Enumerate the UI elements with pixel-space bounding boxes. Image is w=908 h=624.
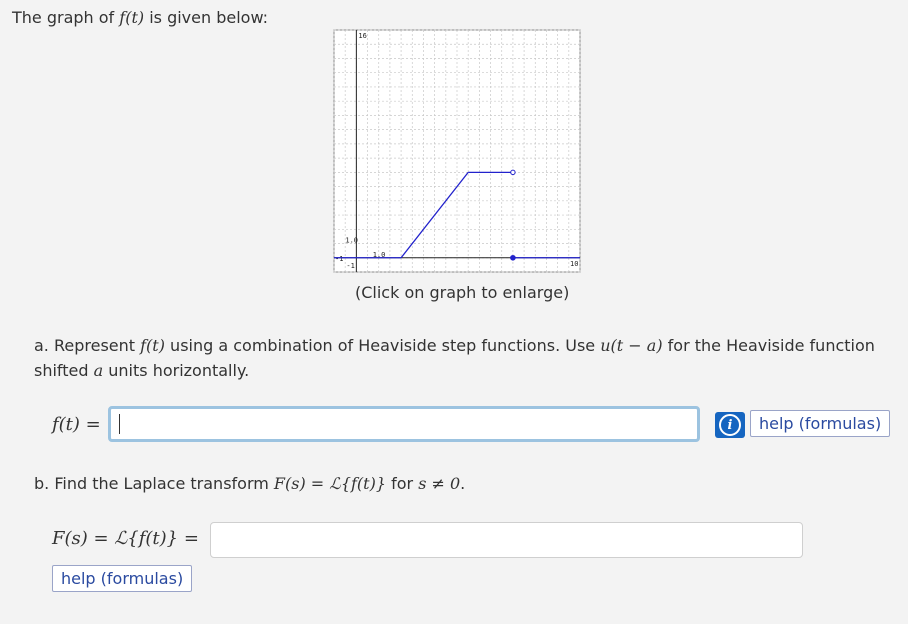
qa-f: f(t) [140, 336, 165, 355]
intro-before: The graph of [12, 8, 120, 27]
closed-point [510, 254, 516, 261]
qa-text2: using a combination of Heaviside step fu… [164, 336, 601, 355]
answer-b-input[interactable] [210, 522, 803, 558]
qa-a: a [93, 361, 104, 380]
help-formulas-b-button[interactable]: help (formulas) [52, 565, 193, 592]
label-F: F(s) = ℒ{f(t)} = [52, 528, 199, 549]
info-icon[interactable]: i [715, 412, 745, 438]
tick-label-x-right: 10 [570, 260, 578, 268]
answer-a-input[interactable] [108, 406, 700, 442]
intro-func: f(t) [119, 8, 145, 27]
text-cursor [119, 414, 120, 434]
graph-svg: 161.0-1-11.010 [333, 29, 581, 273]
help-formulas-a-button[interactable]: help (formulas) [750, 410, 891, 437]
qb-expr: F(s) = ℒ{f(t)} [273, 474, 387, 493]
tick-label-y-top: 16 [358, 32, 366, 40]
question-b: b. Find the Laplace transform F(s) = ℒ{f… [34, 474, 465, 493]
qb-cond: s ≠ 0 [418, 474, 461, 493]
label-F-text: F(s) = ℒ{f(t)} = [52, 528, 199, 549]
intro-after: is given below: [144, 8, 269, 27]
tick-label-y-mid: 1.0 [345, 237, 358, 245]
qb-text3: . [460, 474, 466, 493]
qa-u: u(t − a) [600, 336, 663, 355]
open-point [510, 169, 516, 176]
qb-text2: for [386, 474, 419, 493]
graph-caption: (Click on graph to enlarge) [355, 283, 570, 302]
qb-text1: b. Find the Laplace transform [34, 474, 274, 493]
tick-label-y-neg: -1 [346, 262, 354, 270]
qa-text4: units horizontally. [103, 361, 250, 380]
intro-text: The graph of f(t) is given below: [12, 8, 268, 27]
qa-text1: a. Represent [34, 336, 141, 355]
tick-label-x-neg: -1 [335, 255, 343, 263]
label-f-text: f(t) = [52, 414, 101, 435]
label-f: f(t) = [52, 414, 101, 435]
question-a: a. Represent f(t) using a combination of… [34, 333, 894, 383]
graph[interactable]: 16 1.0 -1 -1 1.0 10 [330, 28, 582, 274]
